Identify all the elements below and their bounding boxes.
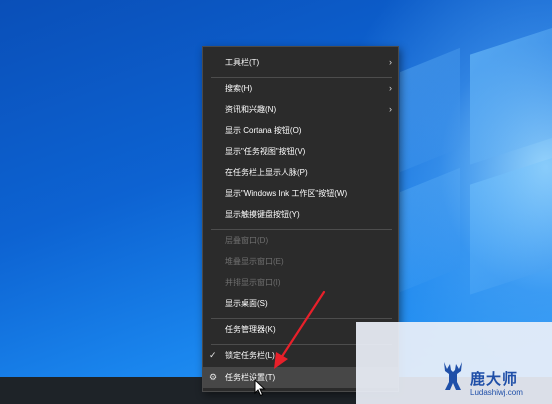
menu-item-label: 搜索(H) [225,84,253,93]
chevron-right-icon: › [389,83,392,93]
menu-item-cascade-windows: 层叠窗口(D) [203,230,398,251]
deer-logo-icon [444,362,462,390]
menu-item-label: 锁定任务栏(L) [225,351,275,360]
menu-item-label: 堆叠显示窗口(E) [225,257,284,266]
menu-item-show-task-view[interactable]: 显示"任务视图"按钮(V) [203,141,398,162]
menu-item-search[interactable]: 搜索(H) › [203,78,398,99]
menu-item-toolbars[interactable]: 工具栏(T) › [203,52,398,73]
watermark-url: Ludashiwj.com [470,388,523,397]
menu-item-label: 显示触摸键盘按钮(Y) [225,210,300,219]
menu-item-show-desktop[interactable]: 显示桌面(S) [203,293,398,314]
menu-item-label: 并排显示窗口(I) [225,278,281,287]
menu-item-news-interests[interactable]: 资讯和兴趣(N) › [203,99,398,120]
menu-item-label: 任务栏设置(T) [225,373,276,382]
menu-item-show-cortana[interactable]: 显示 Cortana 按钮(O) [203,120,398,141]
menu-item-show-windows-ink[interactable]: 显示"Windows Ink 工作区"按钮(W) [203,183,398,204]
menu-item-stacked-windows: 堆叠显示窗口(E) [203,251,398,272]
menu-item-label: 资讯和兴趣(N) [225,105,277,114]
menu-item-label: 在任务栏上显示人脉(P) [225,168,308,177]
menu-item-label: 显示 Cortana 按钮(O) [225,126,302,135]
check-icon: ✓ [209,350,217,360]
chevron-right-icon: › [389,57,392,67]
menu-item-side-by-side-windows: 并排显示窗口(I) [203,272,398,293]
menu-item-show-touch-keyboard[interactable]: 显示触摸键盘按钮(Y) [203,204,398,225]
menu-item-label: 显示"任务视图"按钮(V) [225,147,306,156]
gear-icon: ⚙ [209,372,218,382]
mouse-cursor-icon [254,379,266,397]
menu-item-label: 显示"Windows Ink 工作区"按钮(W) [225,189,348,198]
menu-item-show-people[interactable]: 在任务栏上显示人脉(P) [203,162,398,183]
menu-item-label: 任务管理器(K) [225,325,276,334]
menu-item-label: 显示桌面(S) [225,299,268,308]
menu-item-label: 工具栏(T) [225,58,260,67]
menu-item-label: 层叠窗口(D) [225,236,269,245]
watermark-title: 鹿大师 [470,371,519,388]
chevron-right-icon: › [389,104,392,114]
